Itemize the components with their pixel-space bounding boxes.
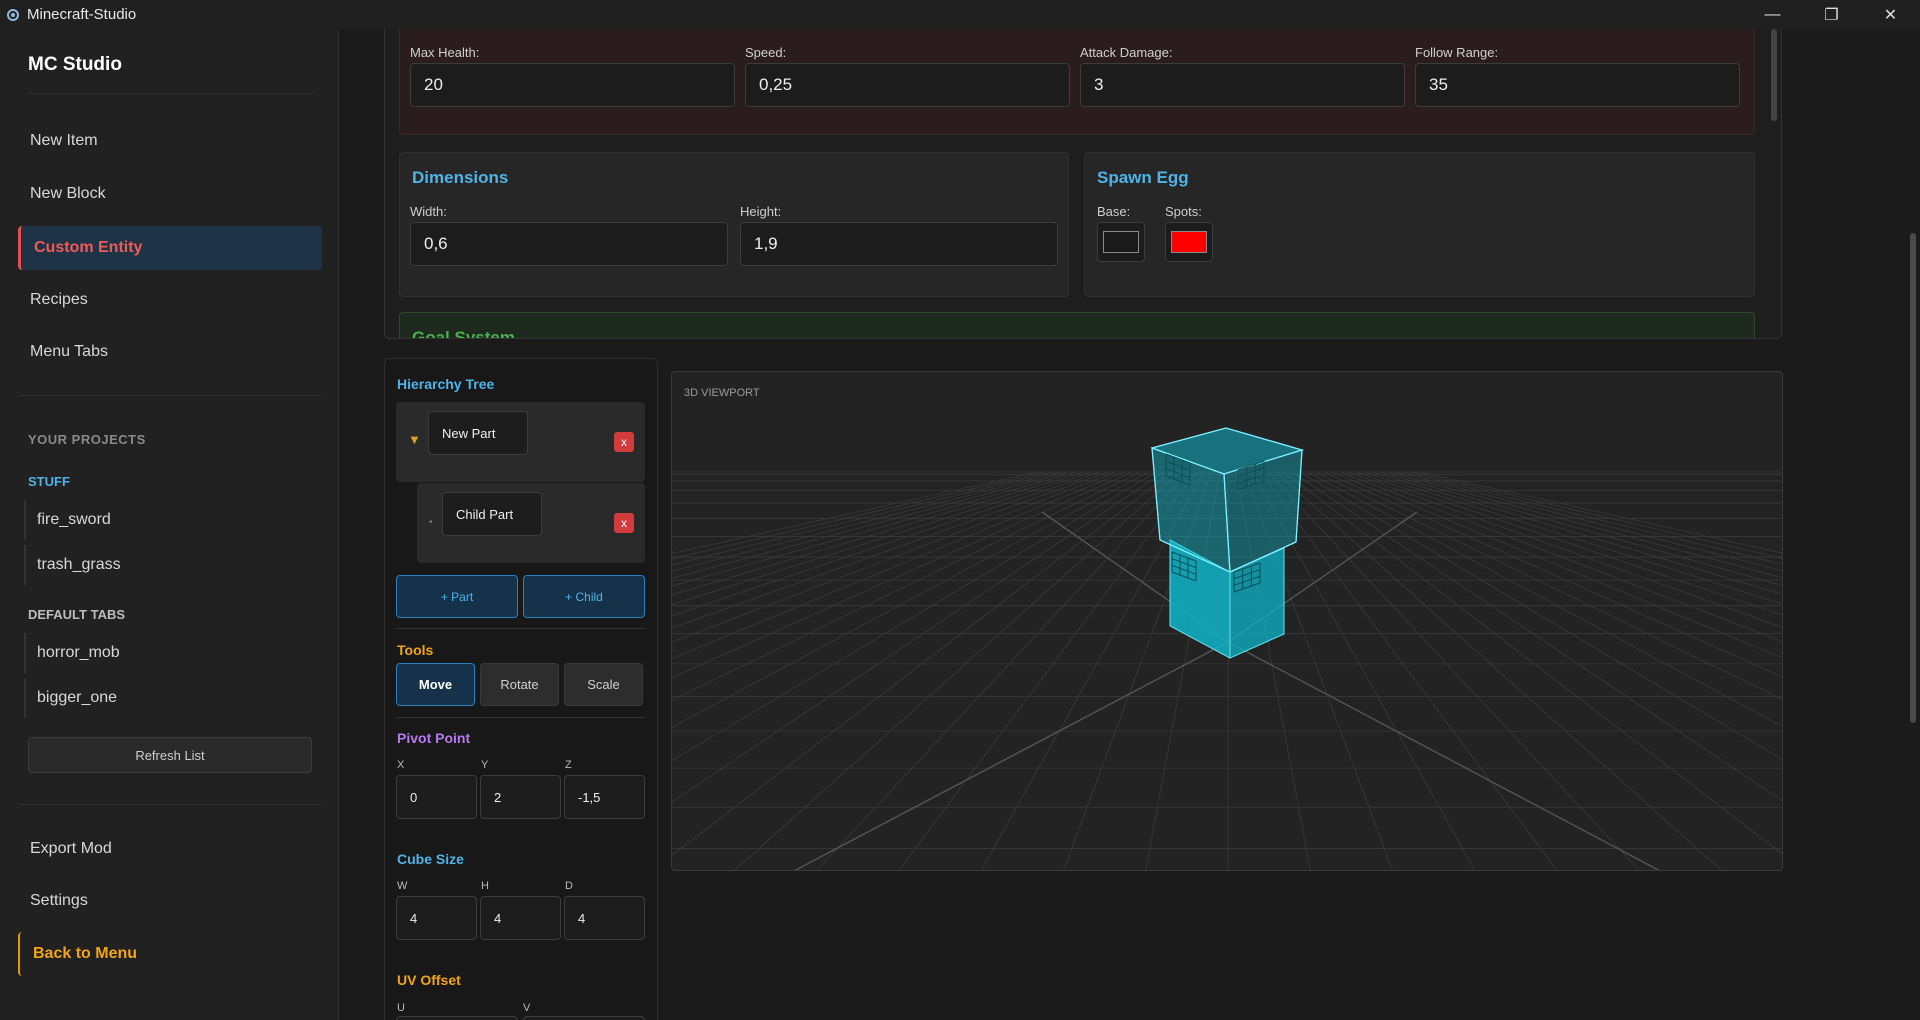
child-name-input[interactable]: Child Part xyxy=(442,492,542,536)
add-child-button[interactable]: + Child xyxy=(523,575,645,618)
height-input[interactable]: 1,9 xyxy=(740,222,1058,266)
nav-export-mod[interactable]: Export Mod xyxy=(18,827,322,871)
base-color-label: Base: xyxy=(1097,204,1131,219)
window-controls: — ❐ ✕ xyxy=(1743,0,1920,29)
cube-d-input[interactable]: 4 xyxy=(564,896,645,940)
cube-d-label: D xyxy=(565,880,573,892)
model-tools-panel: Hierarchy Tree ▼ New Part x • Child Part… xyxy=(384,358,658,1020)
cube-w-label: W xyxy=(397,880,408,892)
expand-arrow-icon[interactable]: ▼ xyxy=(408,432,421,447)
project-group-stuff: STUFF xyxy=(28,474,70,489)
follow-range-label: Follow Range: xyxy=(1415,45,1499,60)
attack-damage-input[interactable]: 3 xyxy=(1080,63,1405,107)
spawn-egg-title: Spawn Egg xyxy=(1097,168,1189,187)
hierarchy-title: Hierarchy Tree xyxy=(397,376,495,392)
speed-label: Speed: xyxy=(745,45,787,60)
project-item-horror-mob[interactable]: horror_mob xyxy=(24,633,322,673)
title-bar: Minecraft-Studio — ❐ ✕ xyxy=(0,0,1920,29)
nav-new-item[interactable]: New Item xyxy=(18,119,322,163)
tree-node-parent[interactable]: ▼ New Part x xyxy=(396,402,645,482)
pivot-point-title: Pivot Point xyxy=(397,730,471,746)
project-group-default-tabs: DEFAULT TABS xyxy=(28,607,126,622)
goal-system-title: Goal System xyxy=(412,328,515,339)
height-label: Height: xyxy=(740,204,782,219)
refresh-list-button[interactable]: Refresh List xyxy=(28,737,312,773)
divider xyxy=(396,628,645,629)
project-item-fire-sword[interactable]: fire_sword xyxy=(24,500,322,540)
viewport-label: 3D VIEWPORT xyxy=(684,387,760,399)
move-tool-button[interactable]: Move xyxy=(396,663,475,706)
sidebar: MC Studio New Item New Block Custom Enti… xyxy=(0,29,339,1020)
projects-section-title: YOUR PROJECTS xyxy=(28,432,146,447)
cube-h-input[interactable]: 4 xyxy=(480,896,561,940)
add-part-button[interactable]: + Part xyxy=(396,575,518,618)
main-scrollbar[interactable] xyxy=(1910,233,1916,723)
speed-input[interactable]: 0,25 xyxy=(745,63,1070,107)
3d-viewport[interactable]: 3D VIEWPORT xyxy=(671,371,1783,871)
goal-system-section: Goal System xyxy=(399,312,1755,339)
tools-title: Tools xyxy=(397,642,434,658)
rotate-tool-button[interactable]: Rotate xyxy=(480,663,559,706)
divider xyxy=(396,717,645,718)
entity-properties-panel: Max Health: 20 Speed: 0,25 Attack Damage… xyxy=(384,29,1782,339)
cube-w-input[interactable]: 4 xyxy=(396,896,477,940)
app-icon xyxy=(7,8,19,21)
follow-range-input[interactable]: 35 xyxy=(1415,63,1740,107)
uv-offset-title: UV Offset xyxy=(397,972,461,988)
project-item-bigger-one[interactable]: bigger_one xyxy=(24,678,322,718)
delete-child-button[interactable]: x xyxy=(614,513,634,533)
nav-settings[interactable]: Settings xyxy=(18,879,322,923)
close-button[interactable]: ✕ xyxy=(1861,0,1920,29)
spots-color-picker[interactable] xyxy=(1165,222,1213,262)
divider xyxy=(28,93,314,94)
divider xyxy=(18,395,322,396)
part-name-input[interactable]: New Part xyxy=(428,411,528,455)
stats-section: Max Health: 20 Speed: 0,25 Attack Damage… xyxy=(399,29,1755,135)
spawn-egg-card: Spawn Egg Base: Spots: xyxy=(1084,152,1755,297)
window-title: Minecraft-Studio xyxy=(27,6,137,23)
cube-size-title: Cube Size xyxy=(397,851,464,867)
nav-new-block[interactable]: New Block xyxy=(18,172,322,216)
nav-menu-tabs[interactable]: Menu Tabs xyxy=(18,330,322,374)
cube-h-label: H xyxy=(481,880,489,892)
pivot-x-input[interactable]: 0 xyxy=(396,775,477,819)
uv-v-input[interactable] xyxy=(523,1016,645,1020)
width-label: Width: xyxy=(410,204,447,219)
uv-u-input[interactable] xyxy=(396,1016,518,1020)
project-item-trash-grass[interactable]: trash_grass xyxy=(24,545,322,585)
entity-model[interactable] xyxy=(1150,427,1305,659)
dimensions-card: Dimensions Width: 0,6 Height: 1,9 xyxy=(399,152,1069,297)
panel-scrollbar[interactable] xyxy=(1771,29,1777,121)
pivot-z-input[interactable]: -1,5 xyxy=(564,775,645,819)
delete-part-button[interactable]: x xyxy=(614,432,634,452)
pivot-y-label: Y xyxy=(481,759,489,771)
brand-title: MC Studio xyxy=(28,54,122,75)
max-health-label: Max Health: xyxy=(410,45,480,60)
pivot-z-label: Z xyxy=(565,759,572,771)
tree-node-child[interactable]: • Child Part x xyxy=(417,483,645,563)
bullet-icon: • xyxy=(429,517,433,528)
restore-button[interactable]: ❐ xyxy=(1802,0,1861,29)
back-to-menu-button[interactable]: Back to Menu xyxy=(18,932,322,976)
viewport-scene[interactable] xyxy=(672,372,1783,871)
spots-color-chip xyxy=(1171,231,1207,253)
pivot-x-label: X xyxy=(397,759,405,771)
max-health-input[interactable]: 20 xyxy=(410,63,735,107)
uv-v-label: V xyxy=(523,1002,531,1014)
width-input[interactable]: 0,6 xyxy=(410,222,728,266)
minimize-button[interactable]: — xyxy=(1743,0,1802,29)
uv-u-label: U xyxy=(397,1002,405,1014)
divider xyxy=(18,804,322,805)
attack-damage-label: Attack Damage: xyxy=(1080,45,1173,60)
base-color-chip xyxy=(1103,231,1139,253)
base-color-picker[interactable] xyxy=(1097,222,1145,262)
dimensions-title: Dimensions xyxy=(412,168,509,187)
nav-custom-entity[interactable]: Custom Entity xyxy=(18,226,322,270)
spots-color-label: Spots: xyxy=(1165,204,1202,219)
scale-tool-button[interactable]: Scale xyxy=(564,663,643,706)
nav-recipes[interactable]: Recipes xyxy=(18,278,322,322)
pivot-y-input[interactable]: 2 xyxy=(480,775,561,819)
